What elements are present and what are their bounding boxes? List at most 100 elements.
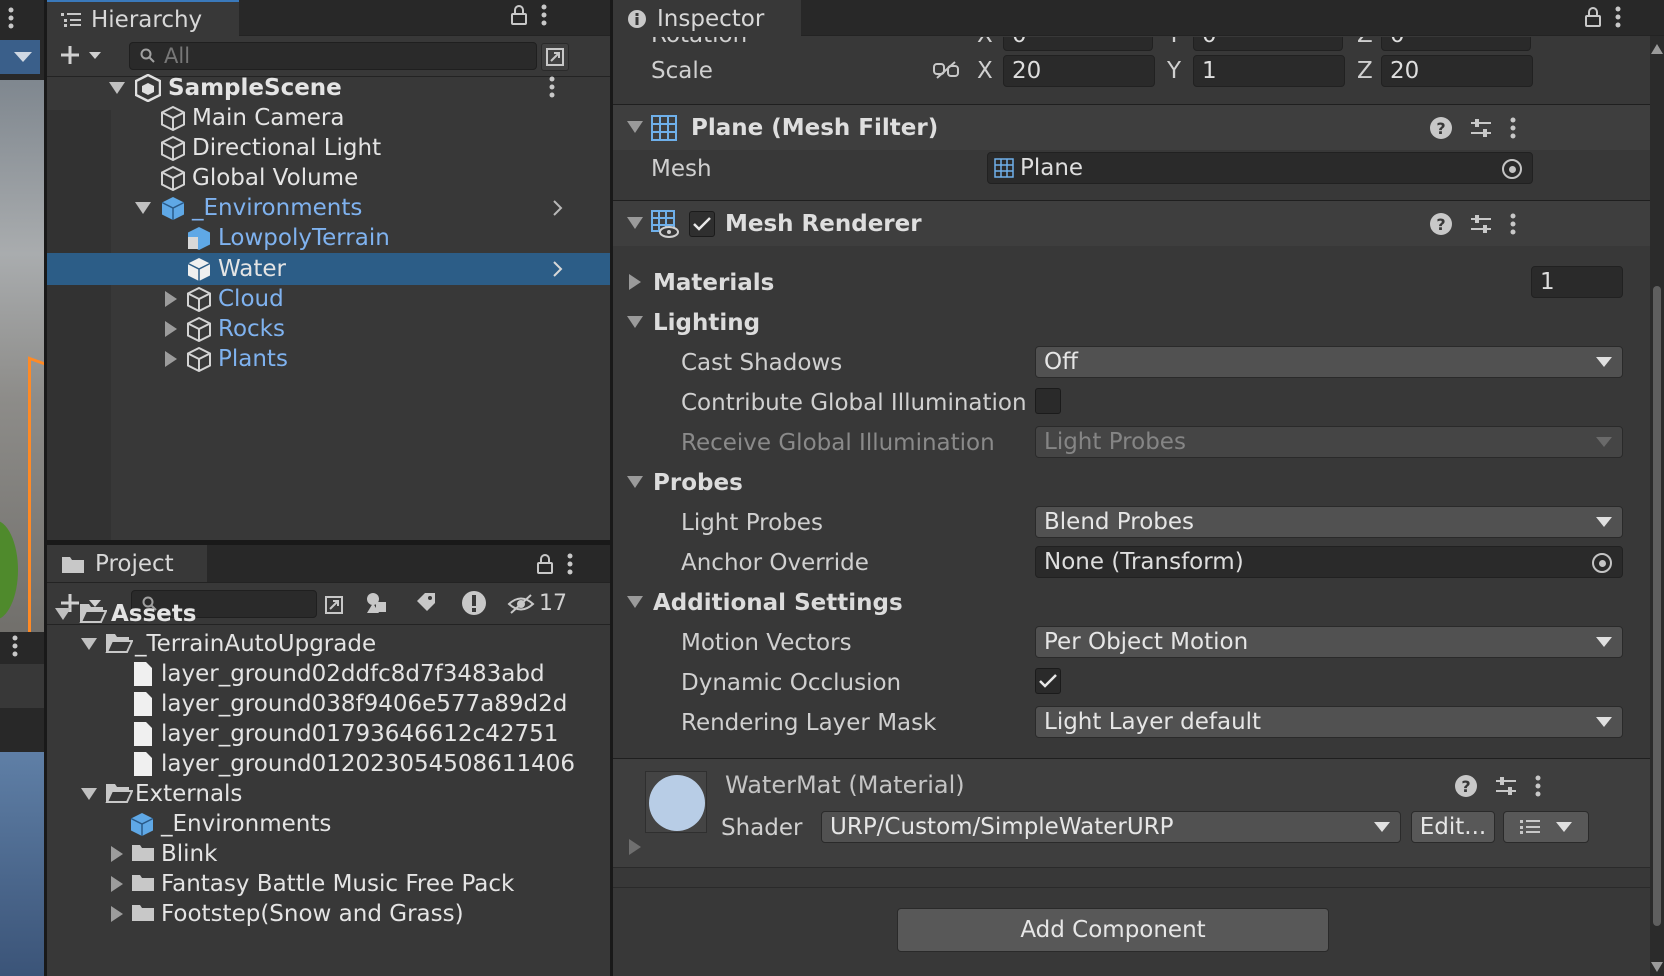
expand-arrow-icon[interactable] — [629, 274, 641, 290]
cast-shadows-dropdown[interactable]: Off — [1035, 346, 1623, 378]
hierarchy-item[interactable]: Directional Light — [47, 132, 610, 164]
lighting-foldout[interactable]: Lighting — [653, 310, 760, 336]
hierarchy-item[interactable]: Plants — [47, 343, 610, 375]
collapse-arrow-icon[interactable] — [81, 638, 97, 650]
project-item[interactable]: _TerrainAutoUpgrade — [47, 628, 610, 660]
scene-dropdown[interactable] — [0, 40, 40, 74]
probes-foldout[interactable]: Probes — [653, 470, 743, 496]
contribute-gi-checkbox[interactable] — [1035, 388, 1061, 414]
collapse-arrow-icon[interactable] — [55, 608, 71, 620]
more-icon[interactable] — [541, 4, 547, 26]
project-item[interactable]: layer_ground01793646612c42751 — [47, 718, 610, 750]
project-item[interactable]: _Environments — [47, 808, 610, 840]
lock-icon[interactable] — [511, 5, 527, 25]
collapse-arrow-icon[interactable] — [109, 82, 125, 94]
additional-settings-foldout[interactable]: Additional Settings — [653, 590, 903, 616]
presets-icon[interactable] — [1470, 118, 1492, 138]
rotation-z-input[interactable]: 0 — [1381, 37, 1531, 51]
scale-y-input[interactable]: 1 — [1193, 55, 1345, 87]
dynamic-occlusion-checkbox[interactable] — [1035, 668, 1061, 694]
tab-inspector[interactable]: Inspector — [613, 0, 801, 37]
help-icon[interactable]: ? — [1430, 213, 1452, 235]
collapse-arrow-icon[interactable] — [627, 217, 643, 229]
hierarchy-item[interactable]: Rocks — [47, 313, 610, 345]
project-item[interactable]: Assets — [47, 598, 610, 630]
hierarchy-item[interactable]: _Environments — [47, 192, 610, 224]
help-icon[interactable]: ? — [1430, 117, 1452, 139]
hierarchy-item[interactable]: LowpolyTerrain — [47, 222, 610, 254]
collapse-arrow-icon[interactable] — [135, 202, 151, 214]
scale-x-input[interactable]: 20 — [1003, 55, 1155, 87]
presets-icon[interactable] — [1470, 214, 1492, 234]
chevron-right-icon[interactable] — [553, 200, 563, 216]
tab-project[interactable]: Project — [47, 545, 207, 582]
more-icon[interactable] — [8, 6, 14, 30]
rotation-x-input[interactable]: 0 — [1003, 37, 1153, 51]
project-item[interactable]: layer_ground012023054508611406 — [47, 748, 610, 780]
project-item[interactable]: Footstep(Snow and Grass) — [47, 898, 610, 930]
more-icon[interactable] — [1535, 775, 1541, 797]
hierarchy-item[interactable]: Main Camera — [47, 102, 610, 134]
search-mode-icon[interactable] — [541, 43, 569, 71]
hierarchy-item-selected[interactable]: Water — [47, 253, 610, 285]
expand-arrow-icon[interactable] — [109, 876, 125, 892]
project-item[interactable]: Externals — [47, 778, 610, 810]
project-item[interactable]: Fantasy Battle Music Free Pack — [47, 868, 610, 900]
more-icon[interactable] — [12, 634, 18, 658]
more-icon[interactable] — [1615, 6, 1621, 28]
help-icon[interactable]: ? — [1455, 775, 1477, 797]
chevron-right-icon[interactable] — [553, 261, 563, 277]
shader-options-dropdown[interactable] — [1503, 811, 1589, 843]
create-dropdown[interactable] — [57, 43, 105, 67]
expand-arrow-icon[interactable] — [629, 839, 641, 855]
more-icon[interactable] — [567, 553, 573, 575]
object-picker-icon[interactable] — [1592, 553, 1612, 573]
hierarchy-search[interactable]: All — [129, 42, 537, 70]
collapse-arrow-icon[interactable] — [627, 316, 643, 328]
mesh-filter-header[interactable]: Plane (Mesh Filter) ? — [613, 104, 1650, 150]
collapse-arrow-icon[interactable] — [81, 788, 97, 800]
scale-z-input[interactable]: 20 — [1381, 55, 1533, 87]
hierarchy-item[interactable]: Cloud — [47, 283, 610, 315]
project-item[interactable]: Blink — [47, 838, 610, 870]
unlink-icon[interactable] — [933, 60, 959, 80]
scene-view-strip[interactable] — [0, 0, 44, 976]
rendering-layer-dropdown[interactable]: Light Layer default — [1035, 706, 1623, 738]
more-icon[interactable] — [549, 76, 555, 98]
expand-arrow-icon[interactable] — [109, 846, 125, 862]
expand-arrow-icon[interactable] — [163, 351, 179, 367]
scroll-down-icon[interactable] — [1651, 962, 1663, 972]
object-picker-icon[interactable] — [1502, 159, 1522, 179]
project-item[interactable]: layer_ground02ddfc8d7f3483abd — [47, 658, 610, 690]
project-item[interactable]: layer_ground038f9406e577a89d2d — [47, 688, 610, 720]
more-icon[interactable] — [1510, 117, 1516, 139]
mesh-field[interactable]: Plane — [987, 152, 1533, 184]
inspector-scrollbar[interactable] — [1650, 36, 1664, 976]
light-probes-dropdown[interactable]: Blend Probes — [1035, 506, 1623, 538]
more-icon[interactable] — [1510, 213, 1516, 235]
collapse-arrow-icon[interactable] — [627, 121, 643, 133]
expand-arrow-icon[interactable] — [163, 321, 179, 337]
hierarchy-item[interactable]: Global Volume — [47, 162, 610, 194]
materials-foldout[interactable]: Materials — [653, 270, 774, 296]
scroll-up-icon[interactable] — [1651, 44, 1663, 54]
collapse-arrow-icon[interactable] — [627, 596, 643, 608]
add-component-button[interactable]: Add Component — [897, 908, 1329, 952]
tab-hierarchy[interactable]: Hierarchy — [47, 0, 239, 37]
collapse-arrow-icon[interactable] — [627, 476, 643, 488]
lock-icon[interactable] — [1585, 7, 1601, 27]
expand-arrow-icon[interactable] — [163, 291, 179, 307]
anchor-override-field[interactable]: None (Transform) — [1035, 546, 1623, 578]
game-viewport[interactable] — [0, 752, 44, 976]
scene-row[interactable]: SampleScene — [47, 72, 610, 104]
presets-icon[interactable] — [1495, 776, 1517, 796]
edit-shader-button[interactable]: Edit... — [1411, 811, 1495, 843]
mesh-renderer-header[interactable]: Mesh Renderer ? — [613, 200, 1650, 246]
expand-arrow-icon[interactable] — [109, 906, 125, 922]
lock-icon[interactable] — [537, 554, 553, 574]
mesh-renderer-enabled-checkbox[interactable] — [689, 211, 715, 237]
materials-count-input[interactable]: 1 — [1531, 266, 1623, 298]
motion-vectors-dropdown[interactable]: Per Object Motion — [1035, 626, 1623, 658]
scrollbar-thumb[interactable] — [1653, 286, 1661, 926]
shader-dropdown[interactable]: URP/Custom/SimpleWaterURP — [821, 811, 1401, 843]
